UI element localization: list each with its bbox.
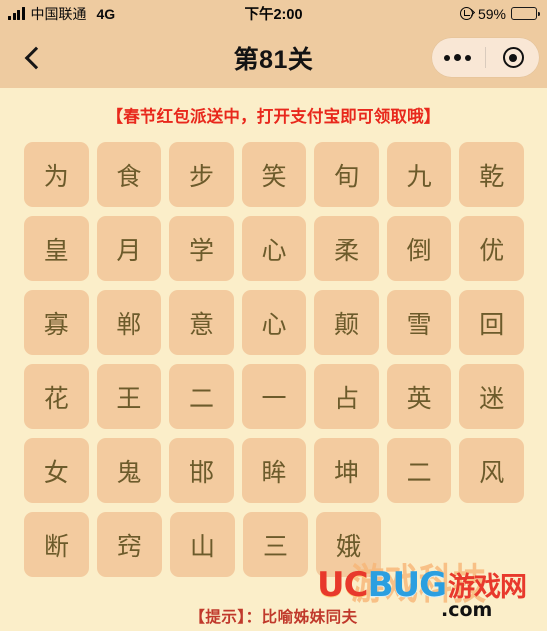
grid-tile[interactable]: 眸 [241, 438, 307, 503]
grid-tile[interactable]: 笑 [241, 142, 307, 207]
grid-tile[interactable]: 心 [241, 290, 307, 355]
signal-strength-icon [8, 7, 25, 20]
capsule-divider [484, 47, 486, 68]
status-bar: 中国联通 4G 下午2:00 59% [0, 0, 547, 27]
grid-tile[interactable]: 颠 [314, 290, 379, 355]
grid-tile[interactable]: 山 [170, 512, 235, 577]
grid-tile[interactable]: 三 [243, 512, 308, 577]
grid-tile[interactable]: 迷 [459, 364, 525, 429]
grid-tile[interactable]: 风 [459, 438, 525, 503]
grid-tile[interactable]: 意 [169, 290, 234, 355]
status-bar-right: 59% [459, 5, 540, 22]
grid-tile[interactable]: 一 [241, 364, 307, 429]
grid-tile[interactable]: 占 [314, 364, 379, 429]
grid-tile[interactable]: 食 [96, 142, 162, 207]
grid-tile[interactable]: 步 [169, 142, 234, 207]
battery-icon [511, 7, 540, 20]
character-grid: 为 食 步 笑 旬 九 乾 皇 月 学 心 柔 倒 优 寡 郸 意 心 颠 雪 … [24, 142, 525, 577]
grid-tile[interactable]: 寡 [24, 290, 89, 355]
hint-bar: 【提示】：比喻姊妹同夫 [0, 605, 547, 627]
rotation-lock-icon [459, 7, 473, 20]
grid-tile[interactable]: 为 [24, 142, 89, 207]
hint-label: 【提示】： [189, 609, 262, 626]
grid-row: 断 窍 山 三 娥 [24, 512, 524, 577]
hint-text: 比喻姊妹同夫 [261, 609, 358, 626]
grid-tile[interactable]: 娥 [316, 512, 381, 577]
grid-tile[interactable]: 心 [241, 216, 307, 281]
grid-tile[interactable]: 九 [386, 142, 452, 207]
grid-tile[interactable]: 王 [96, 364, 162, 429]
status-bar-left: 中国联通 4G [8, 4, 115, 24]
grid-tile[interactable]: 学 [169, 216, 234, 281]
grid-tile[interactable]: 英 [386, 364, 452, 429]
grid-row: 皇 月 学 心 柔 倒 优 [24, 216, 525, 281]
grid-tile[interactable]: 倒 [386, 216, 452, 281]
grid-tile[interactable]: 花 [24, 364, 89, 429]
carrier-label: 中国联通 [30, 5, 87, 22]
grid-row: 花 王 二 一 占 英 迷 [24, 364, 525, 429]
grid-tile[interactable]: 郸 [96, 290, 162, 355]
grid-tile[interactable]: 邯 [169, 438, 234, 503]
grid-row: 为 食 步 笑 旬 九 乾 [24, 142, 525, 207]
grid-tile[interactable]: 月 [96, 216, 162, 281]
close-target-button[interactable] [489, 47, 537, 68]
grid-tile[interactable]: 鬼 [96, 438, 162, 503]
grid-tile[interactable]: 雪 [386, 290, 452, 355]
grid-tile[interactable]: 皇 [24, 216, 89, 281]
grid-tile[interactable]: 柔 [314, 216, 379, 281]
phone-screen: 中国联通 4G 下午2:00 59% 第81关 【春节红包派送中，打开支付宝即可… [0, 0, 547, 631]
target-circle-icon [502, 47, 524, 68]
mini-program-capsule [432, 38, 539, 77]
grid-tile[interactable]: 旬 [314, 142, 379, 207]
nav-bar: 第81关 [0, 27, 547, 88]
grid-row: 寡 郸 意 心 颠 雪 回 [24, 290, 525, 355]
battery-percent-label: 59% [477, 5, 506, 22]
grid-tile[interactable]: 二 [386, 438, 452, 503]
grid-tile[interactable]: 坤 [314, 438, 379, 503]
grid-tile[interactable]: 回 [459, 290, 525, 355]
grid-tile[interactable]: 窍 [97, 512, 162, 577]
grid-tile[interactable]: 乾 [459, 142, 525, 207]
grid-tile[interactable]: 优 [459, 216, 525, 281]
grid-tile[interactable]: 二 [169, 364, 234, 429]
promo-banner: 【春节红包派送中，打开支付宝即可领取哦】 [106, 108, 441, 126]
network-type-label: 4G [96, 5, 116, 22]
grid-tile[interactable]: 女 [24, 438, 89, 503]
grid-row: 女 鬼 邯 眸 坤 二 风 [24, 438, 525, 503]
grid-tile[interactable]: 断 [24, 512, 89, 577]
more-dots-icon[interactable] [434, 53, 482, 62]
